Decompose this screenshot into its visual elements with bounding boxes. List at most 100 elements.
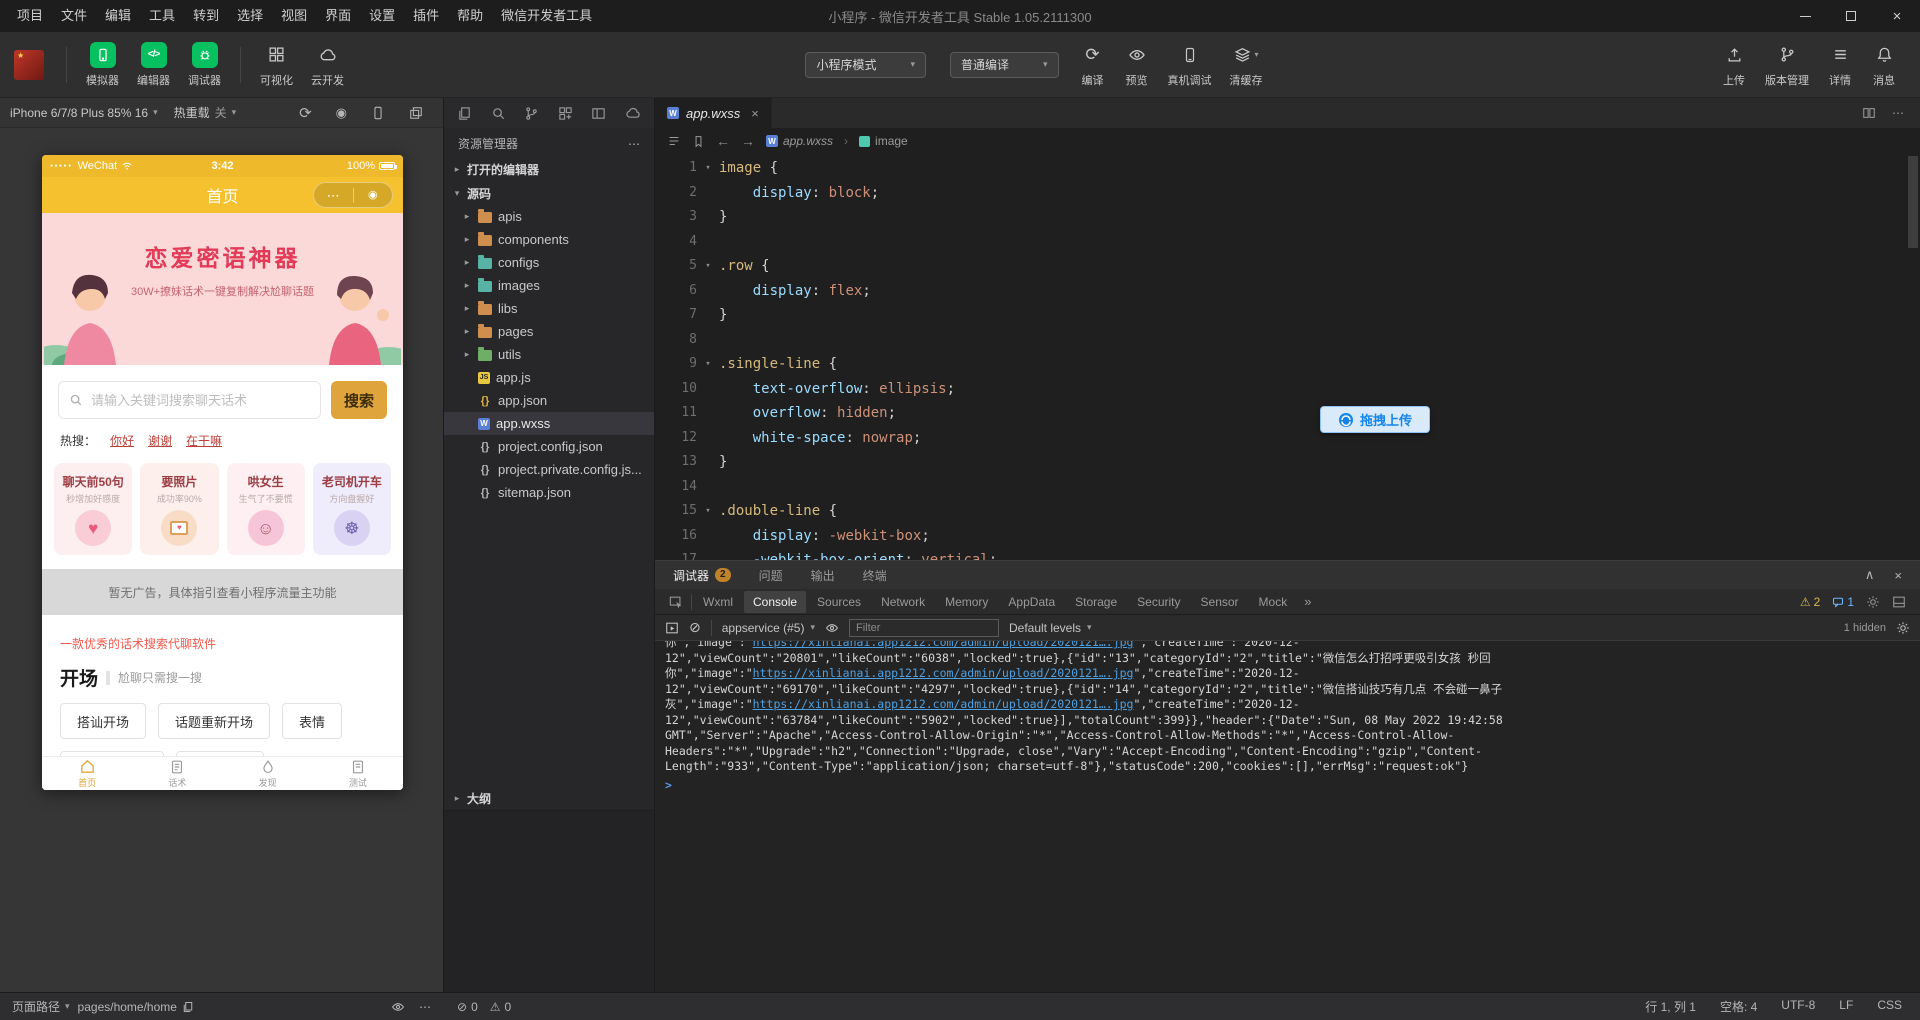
statusbar-item[interactable]: UTF-8 [1781, 998, 1815, 1015]
tab-home[interactable]: 首页 [42, 757, 132, 790]
search-icon[interactable] [491, 106, 506, 121]
settings-gear-icon[interactable] [1866, 595, 1880, 609]
search-button[interactable]: 搜索 [331, 381, 387, 419]
hot-tag-link[interactable]: 谢谢 [148, 432, 172, 449]
messages-button[interactable]: 消息 [1862, 42, 1906, 88]
menu-item[interactable]: 编辑 [96, 0, 140, 32]
breadcrumb-symbol[interactable]: image [859, 134, 908, 148]
code-line[interactable]: 13} [655, 450, 1920, 475]
copy-path-icon[interactable] [182, 1001, 194, 1013]
tree-file-app-js[interactable]: JS app.js [444, 366, 654, 389]
menu-item[interactable]: 设置 [360, 0, 404, 32]
code-line[interactable]: 2 display: block; [655, 181, 1920, 206]
tree-file-project-private-config[interactable]: {} project.private.config.js... [444, 458, 654, 481]
page-path-value[interactable]: pages/home/home [78, 1000, 194, 1014]
tab-debugger[interactable]: 调试器 2 [673, 567, 731, 584]
split-editor-icon[interactable] [1862, 106, 1876, 120]
close-tab-icon[interactable]: × [751, 106, 759, 121]
more-icon[interactable]: ⋯ [628, 137, 640, 151]
card-ask-photo[interactable]: 要照片 成功率90% ♥ [140, 463, 219, 555]
eye-icon[interactable] [825, 621, 839, 635]
extensions-icon[interactable] [558, 106, 573, 121]
files-icon[interactable] [457, 106, 472, 121]
code-line[interactable]: 7} [655, 303, 1920, 328]
tree-file-app-json[interactable]: {} app.json [444, 389, 654, 412]
card-chat-openers[interactable]: 聊天前50句 秒增加好感度 ♥ [54, 463, 133, 555]
menu-item[interactable]: 文件 [52, 0, 96, 32]
warning-count[interactable]: ⚠ 2 [1800, 595, 1820, 609]
capsule-home-button[interactable]: ◉ [354, 189, 393, 201]
tab-test[interactable]: 测试 [313, 757, 403, 790]
bookmark-icon[interactable] [692, 135, 705, 148]
tree-folder-libs[interactable]: ▸ libs [444, 297, 654, 320]
menu-item[interactable]: 界面 [316, 0, 360, 32]
debugger-toggle-button[interactable]: 调试器 [179, 41, 230, 88]
console-panel[interactable]: 你","image":"https://xinlianai.app1212.co… [655, 641, 1920, 992]
menu-item[interactable]: 微信开发者工具 [492, 0, 601, 32]
tree-folder-apis[interactable]: ▸ apis [444, 205, 654, 228]
outline-toggle-icon[interactable] [667, 134, 681, 148]
open-editors-section[interactable]: ▸ 打开的编辑器 [444, 157, 654, 181]
statusbar-item[interactable]: LF [1839, 998, 1853, 1015]
tree-folder-images[interactable]: ▸ images [444, 274, 654, 297]
dock-layout-icon[interactable] [1892, 595, 1906, 609]
fold-toggle-icon[interactable]: ▾ [697, 156, 719, 181]
statusbar-item[interactable]: 空格: 4 [1720, 998, 1757, 1015]
code-line[interactable]: 4 [655, 230, 1920, 255]
record-button[interactable]: ◉ [336, 105, 347, 121]
clear-cache-button[interactable]: ▾ 清缓存 [1221, 42, 1272, 88]
menu-item[interactable]: 选择 [228, 0, 272, 32]
code-line[interactable]: 5 ▾ .row { [655, 254, 1920, 279]
compile-button[interactable]: ⟳ 编译 [1071, 42, 1115, 88]
fold-toggle-icon[interactable]: ▾ [697, 254, 719, 279]
more-icon[interactable]: ⋯ [419, 1000, 431, 1014]
remote-debug-button[interactable]: 真机调试 [1159, 42, 1221, 88]
clear-console-icon[interactable]: ⊘ [689, 619, 701, 636]
code-line[interactable]: 16 display: -webkit-box; [655, 524, 1920, 549]
code-line[interactable]: 1 ▾ image { [655, 156, 1920, 181]
eye-icon[interactable] [391, 1000, 405, 1014]
hot-reload-toggle[interactable]: 热重载 关 ▾ [174, 104, 237, 121]
details-button[interactable]: 详情 [1818, 42, 1862, 88]
outline-section[interactable]: ▸ 大纲 [444, 786, 654, 810]
preview-button[interactable]: 预览 [1115, 42, 1159, 88]
devtools-tab[interactable]: Mock [1250, 591, 1297, 613]
refresh-simulator-button[interactable]: ⟳ [299, 104, 312, 122]
code-line[interactable]: 10 text-overflow: ellipsis; [655, 377, 1920, 402]
console-link[interactable]: https://xinlianai.app1212.com/admin/uplo… [753, 666, 1134, 680]
tree-folder-pages[interactable]: ▸ pages [444, 320, 654, 343]
close-button[interactable]: × [1874, 0, 1920, 32]
collapse-panel-icon[interactable]: ∧ [1865, 567, 1875, 583]
compile-mode-select[interactable]: 普通编译 ▾ [950, 51, 1059, 78]
menu-item[interactable]: 视图 [272, 0, 316, 32]
tab-output[interactable]: 输出 [811, 567, 835, 584]
devtools-tab[interactable]: Memory [936, 591, 997, 613]
hot-tag-link[interactable]: 在干嘛 [186, 432, 222, 449]
console-link[interactable]: https://xinlianai.app1212.com/admin/uplo… [753, 641, 1134, 649]
editor-scrollbar[interactable] [1908, 156, 1918, 248]
capsule-more-button[interactable]: ⋯ [314, 189, 353, 202]
devtools-tab[interactable]: Console [744, 590, 807, 613]
editor-toggle-button[interactable]: </> 编辑器 [128, 41, 179, 88]
visualization-button[interactable]: 可视化 [251, 42, 302, 88]
device-select[interactable]: iPhone 6/7/8 Plus 85% 16 ▾ [10, 106, 158, 120]
mode-select[interactable]: 小程序模式 ▾ [805, 51, 926, 78]
statusbar-item[interactable]: 行 1, 列 1 [1645, 998, 1696, 1015]
code-line[interactable]: 11 overflow: hidden; [655, 401, 1920, 426]
page-path-select[interactable]: 页面路径 ▾ [12, 998, 70, 1015]
devtools-tab[interactable]: Network [872, 591, 934, 613]
inspect-icon[interactable] [663, 595, 689, 609]
menu-item[interactable]: 转到 [184, 0, 228, 32]
user-avatar[interactable] [14, 49, 44, 80]
maximize-button[interactable] [1828, 0, 1874, 32]
code-line[interactable]: 12 white-space: nowrap; [655, 426, 1920, 451]
tree-folder-configs[interactable]: ▸ configs [444, 251, 654, 274]
navigate-forward-icon[interactable]: → [741, 133, 755, 149]
multi-window-button[interactable] [409, 106, 423, 120]
upload-button[interactable]: 上传 [1712, 42, 1756, 88]
context-select[interactable]: appservice (#5) ▾ [722, 621, 815, 635]
source-section[interactable]: ▾ 源码 [444, 181, 654, 205]
version-control-button[interactable]: 版本管理 [1756, 42, 1818, 88]
statusbar-item[interactable]: CSS [1877, 998, 1902, 1015]
navigate-back-icon[interactable]: ← [716, 133, 730, 149]
